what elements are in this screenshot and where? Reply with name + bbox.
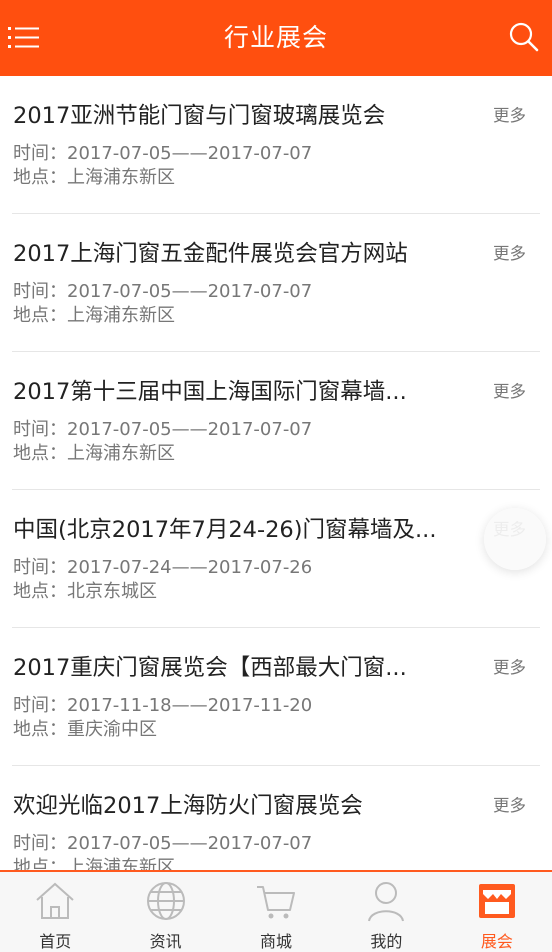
- expo-place: 地点：北京东城区: [13, 581, 157, 602]
- expo-time: 时间：2017-07-05——2017-07-07: [13, 419, 313, 440]
- list-item[interactable]: 2017第十三届中国上海国际门窗幕墙... 更多 时间：2017-07-05——…: [12, 352, 540, 490]
- tab-label: 我的: [370, 932, 403, 951]
- list-item[interactable]: 2017上海门窗五金配件展览会官方网站 更多 时间：2017-07-05——20…: [12, 214, 540, 352]
- home-icon: [36, 882, 74, 919]
- tab-mall[interactable]: 商城: [221, 872, 331, 952]
- tab-label: 首页: [39, 932, 72, 951]
- expo-place: 地点：重庆渝中区: [13, 719, 157, 740]
- cart-icon: [257, 886, 296, 919]
- expo-place: 地点：上海浦东新区: [13, 305, 175, 326]
- expo-time: 时间：2017-07-05——2017-07-07: [13, 833, 313, 854]
- expo-time: 时间：2017-11-18——2017-11-20: [13, 695, 313, 716]
- expo-time: 时间：2017-07-05——2017-07-07: [13, 143, 313, 164]
- more-link[interactable]: 更多: [493, 378, 526, 402]
- tab-label: 资讯: [149, 932, 182, 951]
- expo-title[interactable]: 中国(北京2017年7月24-26)门窗幕墙及...: [13, 515, 471, 545]
- floating-assistive-button[interactable]: [484, 508, 546, 570]
- app-header: 行业展会: [0, 0, 552, 76]
- list-item[interactable]: 中国(北京2017年7月24-26)门窗幕墙及... 更多 时间：2017-07…: [12, 490, 540, 628]
- more-link[interactable]: 更多: [493, 102, 526, 126]
- tab-expo[interactable]: 展会: [442, 872, 552, 952]
- expo-title[interactable]: 2017上海门窗五金配件展览会官方网站: [13, 239, 471, 269]
- expo-title[interactable]: 2017亚洲节能门窗与门窗玻璃展览会: [13, 101, 471, 131]
- search-icon[interactable]: [506, 19, 542, 55]
- tab-home[interactable]: 首页: [0, 872, 110, 952]
- tab-news[interactable]: 资讯: [110, 872, 220, 952]
- expo-place: 地点：上海浦东新区: [13, 167, 175, 188]
- expo-title[interactable]: 欢迎光临2017上海防火门窗展览会: [13, 791, 471, 821]
- tab-label: 展会: [480, 932, 513, 951]
- more-link[interactable]: 更多: [493, 792, 526, 816]
- more-link[interactable]: 更多: [493, 654, 526, 678]
- globe-icon: [146, 882, 185, 920]
- list-item[interactable]: 欢迎光临2017上海防火门窗展览会 更多 时间：2017-07-05——2017…: [12, 766, 540, 870]
- more-link[interactable]: 更多: [493, 240, 526, 264]
- expo-time: 时间：2017-07-05——2017-07-07: [13, 281, 313, 302]
- expo-time: 时间：2017-07-24——2017-07-26: [13, 557, 313, 578]
- tab-mine[interactable]: 我的: [331, 872, 441, 952]
- expo-place: 地点：上海浦东新区: [13, 443, 175, 464]
- expo-title[interactable]: 2017重庆门窗展览会【西部最大门窗...: [13, 653, 471, 683]
- page-title: 行业展会: [223, 23, 328, 52]
- expo-list: 2017亚洲节能门窗与门窗玻璃展览会 更多 时间：2017-07-05——201…: [0, 76, 552, 870]
- expo-icon: [478, 884, 515, 918]
- list-item[interactable]: 2017重庆门窗展览会【西部最大门窗... 更多 时间：2017-11-18——…: [12, 628, 540, 766]
- expo-place: 地点：上海浦东新区: [13, 857, 175, 870]
- user-icon: [368, 882, 405, 922]
- bottom-tab-bar: 首页 资讯 商城 我的 展会: [0, 870, 552, 952]
- expo-title[interactable]: 2017第十三届中国上海国际门窗幕墙...: [13, 377, 471, 407]
- tab-label: 商城: [260, 932, 293, 951]
- list-item[interactable]: 2017亚洲节能门窗与门窗玻璃展览会 更多 时间：2017-07-05——201…: [12, 76, 540, 214]
